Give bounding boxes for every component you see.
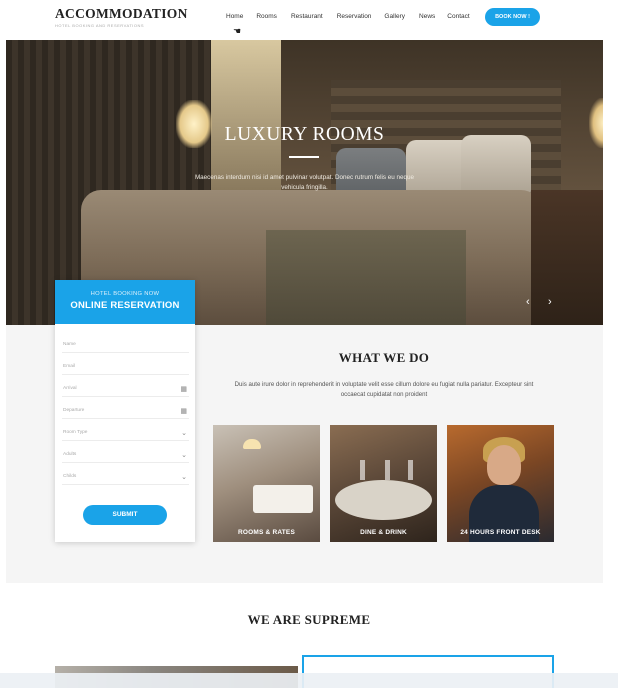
departure-field[interactable]: Departure ▦: [62, 404, 189, 419]
childs-placeholder: Childs: [63, 474, 77, 479]
room-type-select[interactable]: Room Type ⌄: [62, 426, 189, 441]
hero-divider: [289, 156, 319, 158]
what-we-do-text: Duis aute irure dolor in reprehenderit i…: [234, 381, 534, 398]
booking-header: HOTEL BOOKING NOW ONLINE RESERVATION: [55, 280, 195, 324]
chevron-right-icon[interactable]: ›: [548, 296, 552, 308]
chevron-left-icon[interactable]: ‹: [526, 296, 530, 308]
nav-news[interactable]: News: [419, 13, 435, 20]
chevron-down-icon[interactable]: ⌄: [181, 451, 187, 459]
calendar-icon[interactable]: ▦: [180, 385, 187, 393]
adults-select[interactable]: Adults ⌄: [62, 448, 189, 463]
arrival-field[interactable]: Arrival ▦: [62, 382, 189, 397]
adults-placeholder: Adults: [63, 452, 77, 457]
service-card-front-desk[interactable]: 24 HOURS FRONT DESK: [447, 425, 554, 542]
service-card-dine[interactable]: DINE & DRINK: [330, 425, 437, 542]
main-nav: Home Rooms Restaurant Reservation Galler…: [226, 13, 470, 20]
service-card-label: DINE & DRINK: [360, 529, 407, 536]
chevron-down-icon[interactable]: ⌄: [181, 473, 187, 481]
table-illustration: [335, 480, 432, 520]
supreme-title: WE ARE SUPREME: [247, 612, 371, 627]
nav-home[interactable]: Home: [226, 13, 243, 20]
logo[interactable]: ACCOMMODATION HOTEL BOOKING AND RESERVAT…: [55, 6, 188, 28]
chevron-down-icon[interactable]: ⌄: [181, 429, 187, 437]
service-card-rooms[interactable]: ROOMS & RATES: [213, 425, 320, 542]
nav-gallery[interactable]: Gallery: [384, 13, 405, 20]
header: ACCOMMODATION HOTEL BOOKING AND RESERVAT…: [0, 0, 618, 40]
departure-field-placeholder: Departure: [63, 408, 85, 413]
nav-restaurant[interactable]: Restaurant: [291, 13, 323, 20]
name-field[interactable]: Name: [62, 338, 189, 353]
booking-pretitle: HOTEL BOOKING NOW: [90, 291, 160, 297]
calendar-icon[interactable]: ▦: [180, 407, 187, 415]
name-field-placeholder: Name: [63, 342, 76, 347]
room-type-placeholder: Room Type: [63, 430, 88, 435]
lamp-illustration: [243, 439, 261, 449]
email-field-placeholder: Email: [63, 364, 75, 369]
logo-subtitle: HOTEL BOOKING AND RESERVATIONS: [55, 23, 145, 28]
service-card-label: ROOMS & RATES: [237, 529, 295, 536]
childs-select[interactable]: Childs ⌄: [62, 470, 189, 485]
arrival-field-placeholder: Arrival: [63, 386, 77, 391]
book-now-button[interactable]: BOOK NOW !: [485, 8, 540, 26]
page: ACCOMMODATION HOTEL BOOKING AND RESERVAT…: [0, 0, 618, 688]
nav-contact[interactable]: Contact: [447, 13, 469, 20]
booking-title: ONLINE RESERVATION: [70, 300, 180, 311]
bottom-overlay-bar: [0, 673, 618, 688]
submit-button[interactable]: SUBMIT: [83, 505, 167, 525]
hero-side-table: [531, 190, 603, 325]
hero-text: Maecenas interdum nisi id amet pulvinar …: [194, 174, 415, 191]
nav-reservation[interactable]: Reservation: [337, 13, 372, 20]
hero-window: [211, 40, 281, 190]
what-we-do-title: WHAT WE DO: [338, 350, 430, 365]
nav-rooms[interactable]: Rooms: [256, 13, 277, 20]
person-face: [487, 445, 521, 485]
email-field[interactable]: Email: [62, 360, 189, 375]
booking-form: HOTEL BOOKING NOW ONLINE RESERVATION Nam…: [55, 280, 195, 542]
glass-illustration: [385, 460, 390, 480]
hero-title: LUXURY ROOMS: [224, 124, 385, 145]
glass-illustration: [408, 460, 413, 480]
service-card-label: 24 HOURS FRONT DESK: [460, 529, 541, 536]
glass-illustration: [360, 460, 365, 480]
hand-cursor-icon: ☚: [233, 26, 242, 36]
hero-bed-throw: [266, 230, 466, 325]
logo-title[interactable]: ACCOMMODATION: [55, 6, 188, 22]
bed-illustration: [253, 485, 313, 513]
